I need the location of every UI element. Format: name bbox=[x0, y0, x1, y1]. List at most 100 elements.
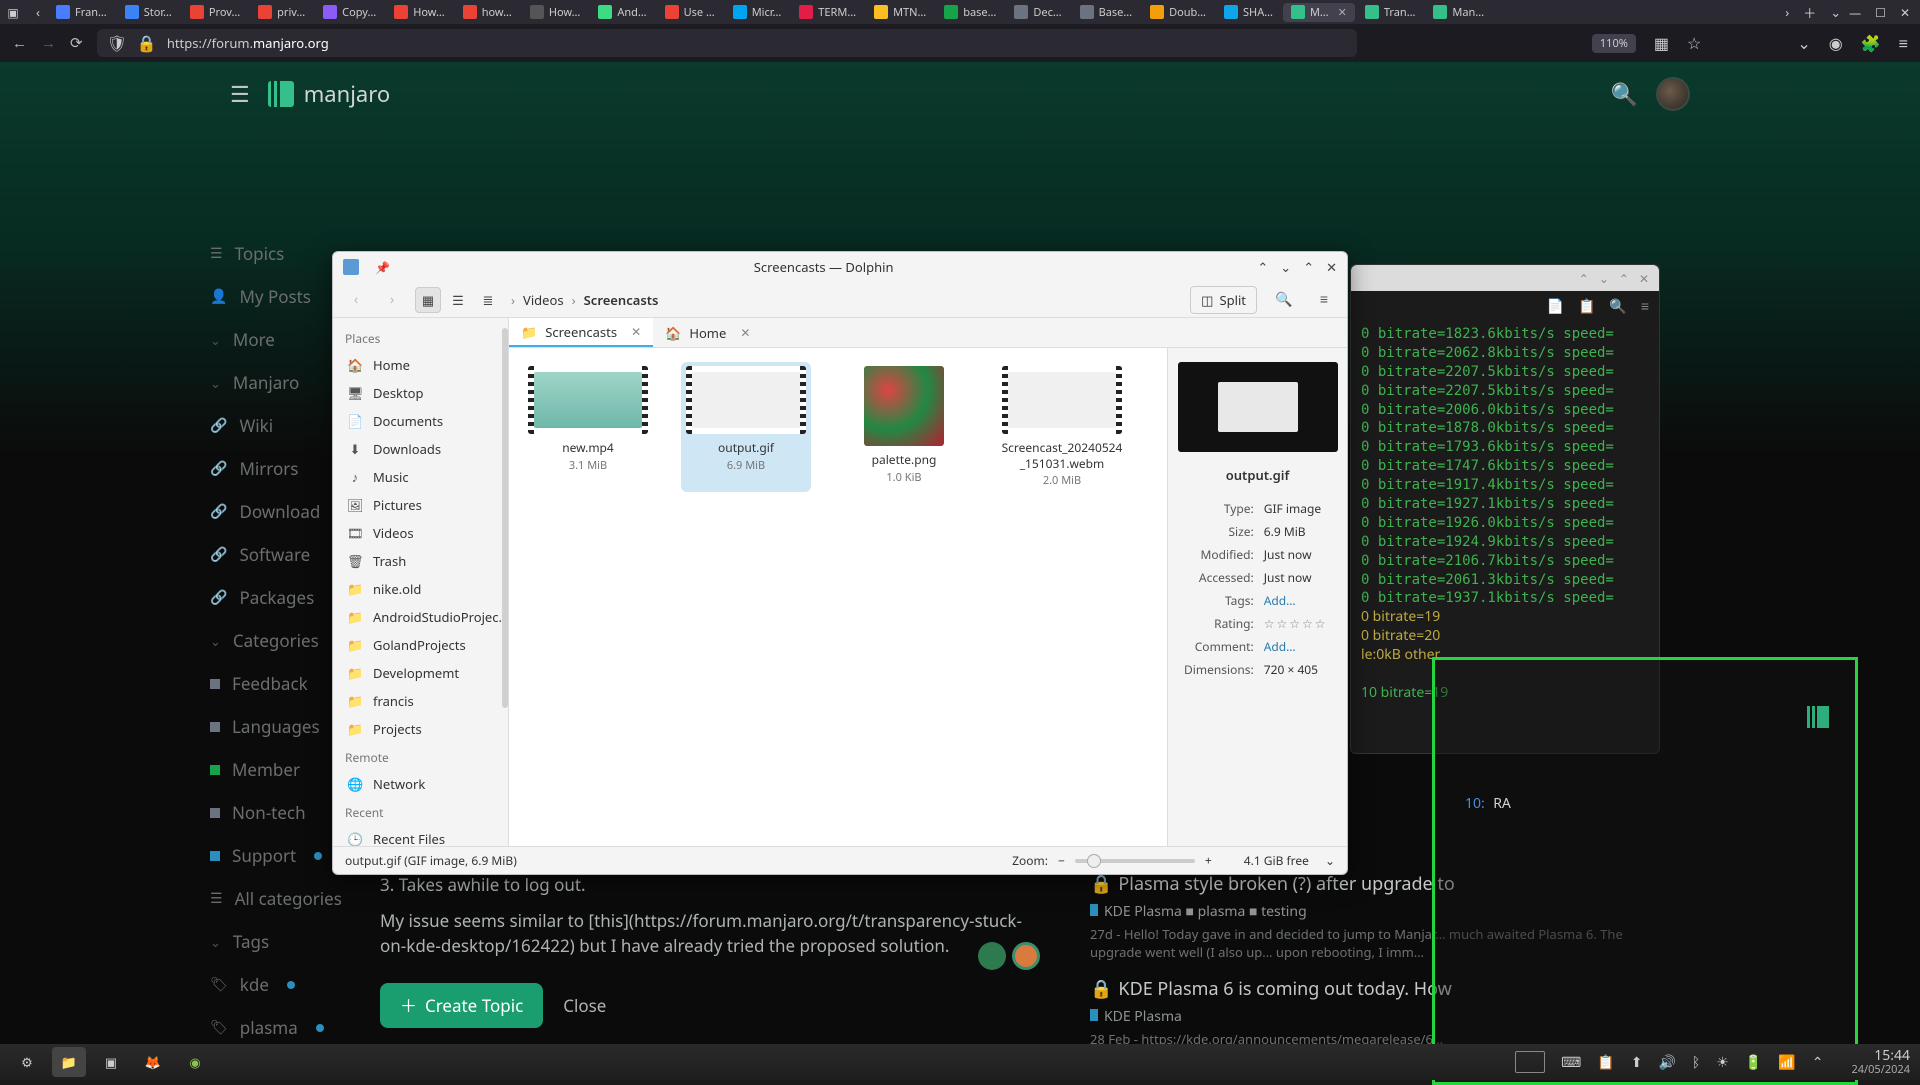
view-icons-button[interactable]: ▦ bbox=[415, 287, 441, 313]
menu-icon[interactable]: ≡ bbox=[1311, 287, 1337, 313]
network-tray-icon[interactable]: 📶 bbox=[1778, 1053, 1795, 1072]
window-shade-icon[interactable]: ⌃ bbox=[1579, 270, 1589, 287]
file-item[interactable]: palette.png1.0 KiB bbox=[839, 362, 969, 492]
window-maximize-icon[interactable]: ☐ bbox=[1875, 4, 1886, 21]
file-item[interactable]: Screencast_20240524_151031.webm2.0 MiB bbox=[997, 362, 1127, 492]
bookmark-icon[interactable]: ☆ bbox=[1687, 32, 1701, 54]
info-comment-link[interactable]: Add… bbox=[1260, 636, 1335, 657]
sidebar-tag-kde[interactable]: 🏷kde bbox=[206, 963, 386, 1006]
breadcrumb-current[interactable]: Screencasts bbox=[584, 291, 659, 309]
updates-tray-icon[interactable]: ⬆ bbox=[1631, 1053, 1643, 1072]
browser-tab[interactable]: How… bbox=[522, 3, 589, 22]
sidebar-item-allcategories[interactable]: ☰All categories bbox=[206, 877, 386, 920]
browser-tab[interactable]: How… bbox=[386, 3, 453, 22]
browser-tab[interactable]: Copy… bbox=[315, 3, 384, 22]
view-compact-button[interactable]: ☰ bbox=[445, 287, 471, 313]
window-maximize-icon[interactable]: ⌃ bbox=[1303, 258, 1314, 276]
taskbar-app-firefox[interactable]: 🦊 bbox=[136, 1047, 170, 1077]
site-brand[interactable]: manjaro bbox=[268, 79, 390, 109]
browser-tab[interactable]: Prov… bbox=[182, 3, 248, 22]
dolphin-titlebar[interactable]: 📌 Screencasts — Dolphin ⌃ ⌄ ⌃ ✕ bbox=[333, 252, 1347, 282]
places-item[interactable]: 🖥Desktop bbox=[333, 379, 508, 407]
browser-tab[interactable]: Micr… bbox=[725, 3, 790, 22]
window-close-icon[interactable]: ✕ bbox=[1326, 258, 1337, 276]
zoom-out-icon[interactable]: − bbox=[1058, 852, 1065, 869]
window-shade-icon[interactable]: ⌃ bbox=[1257, 258, 1268, 276]
close-button[interactable]: Close bbox=[563, 993, 606, 1019]
app-menu-icon[interactable]: ≡ bbox=[1899, 32, 1908, 54]
bluetooth-tray-icon[interactable]: ᛒ bbox=[1692, 1053, 1700, 1072]
tray-expand-icon[interactable]: ⌃ bbox=[1812, 1053, 1824, 1072]
battery-tray-icon[interactable]: 🔋 bbox=[1745, 1053, 1762, 1072]
taskbar-app-konsole[interactable]: ▣ bbox=[94, 1047, 128, 1077]
sidebar-toggle-icon[interactable]: ▣ bbox=[4, 3, 22, 21]
shield-icon[interactable]: 🛡 bbox=[107, 32, 127, 54]
browser-tab[interactable]: Use … bbox=[657, 3, 723, 22]
dolphin-window[interactable]: 📌 Screencasts — Dolphin ⌃ ⌄ ⌃ ✕ ‹ › ▦ ☰ … bbox=[332, 251, 1348, 875]
info-tags-link[interactable]: Add… bbox=[1260, 590, 1335, 611]
new-tab-icon[interactable]: 📄 bbox=[1547, 297, 1564, 316]
brightness-tray-icon[interactable]: ☀ bbox=[1716, 1053, 1729, 1072]
browser-tab[interactable]: Base… bbox=[1072, 3, 1141, 22]
search-icon[interactable]: 🔍 bbox=[1611, 79, 1638, 109]
search-icon[interactable]: 🔍 bbox=[1609, 297, 1626, 316]
nav-back-icon[interactable]: ← bbox=[12, 33, 27, 53]
dolphin-tab[interactable]: 📁Screencasts✕ bbox=[509, 318, 653, 347]
places-item[interactable]: 🖼Pictures bbox=[333, 491, 508, 519]
taskbar[interactable]: ⚙ 📁 ▣ 🦊 ◉ ⌨ 📋 ⬆ 🔊 ᛒ ☀ 🔋 📶 ⌃ 15:44 24/05/… bbox=[0, 1044, 1920, 1080]
menu-icon[interactable]: ≡ bbox=[1641, 297, 1649, 316]
breadcrumb-videos[interactable]: Videos bbox=[523, 291, 564, 309]
zoom-in-icon[interactable]: + bbox=[1205, 852, 1212, 869]
browser-tab[interactable]: Tran… bbox=[1357, 3, 1424, 22]
hamburger-icon[interactable]: ☰ bbox=[230, 79, 250, 109]
places-item[interactable]: 🌐Network bbox=[333, 770, 508, 798]
pin-icon[interactable]: 📌 bbox=[375, 259, 390, 276]
browser-tab[interactable]: base… bbox=[936, 3, 1004, 22]
browser-tab[interactable]: And… bbox=[590, 3, 654, 22]
clipboard-tray-icon[interactable]: 📋 bbox=[1597, 1053, 1614, 1072]
new-tab-button[interactable]: ＋ bbox=[1797, 3, 1822, 22]
places-item[interactable]: 🕒Recent Files bbox=[333, 825, 508, 846]
places-item[interactable]: 📁GolandProjects bbox=[333, 631, 508, 659]
split-button[interactable]: ◫Split bbox=[1190, 286, 1257, 314]
chevron-down-icon[interactable]: ⌄ bbox=[1325, 852, 1335, 869]
file-grid[interactable]: new.mp43.1 MiBoutput.gif6.9 MiBpalette.p… bbox=[509, 348, 1167, 846]
taskbar-app-other[interactable]: ◉ bbox=[178, 1047, 212, 1077]
pager-icon[interactable] bbox=[1515, 1051, 1545, 1073]
window-minimize-icon[interactable]: ⌄ bbox=[1599, 270, 1609, 287]
dolphin-tab[interactable]: 🏠Home✕ bbox=[653, 318, 762, 347]
emoji-icon[interactable] bbox=[978, 942, 1006, 970]
file-item[interactable]: output.gif6.9 MiB bbox=[681, 362, 811, 492]
places-item[interactable]: 📁Projects bbox=[333, 715, 508, 743]
places-item[interactable]: 📁francis bbox=[333, 687, 508, 715]
window-minimize-icon[interactable]: ⌄ bbox=[1280, 258, 1291, 276]
search-icon[interactable]: 🔍 bbox=[1271, 287, 1297, 313]
avatar[interactable] bbox=[1656, 77, 1690, 111]
address-bar[interactable]: 🛡 🔒 https://forum.manjaro.org bbox=[97, 29, 1357, 57]
places-item[interactable]: 🎞Videos bbox=[333, 519, 508, 547]
browser-tab[interactable]: how… bbox=[455, 3, 520, 22]
places-item[interactable]: 🏠Home bbox=[333, 351, 508, 379]
emoji-icon[interactable] bbox=[1012, 942, 1040, 970]
browser-tab[interactable]: Man… bbox=[1425, 3, 1492, 22]
browser-tab[interactable]: MTN… bbox=[866, 3, 934, 22]
window-minimize-icon[interactable]: — bbox=[1849, 4, 1861, 21]
browser-tab[interactable]: Fran… bbox=[48, 3, 115, 22]
places-item[interactable]: ♪Music bbox=[333, 463, 508, 491]
extensions-icon[interactable]: 🧩 bbox=[1861, 32, 1881, 54]
tab-nav-back[interactable]: ‹ bbox=[30, 3, 46, 21]
browser-tab[interactable]: M…✕ bbox=[1283, 3, 1355, 22]
sidebar-tag-plasma[interactable]: 🏷plasma bbox=[206, 1006, 386, 1049]
places-item[interactable]: ⬇Downloads bbox=[333, 435, 508, 463]
zoom-badge[interactable]: 110% bbox=[1592, 34, 1636, 53]
places-item[interactable]: 📁nike.old bbox=[333, 575, 508, 603]
window-close-icon[interactable]: ✕ bbox=[1900, 4, 1910, 21]
browser-tab[interactable]: Doub… bbox=[1142, 3, 1214, 22]
close-icon[interactable]: ✕ bbox=[631, 323, 641, 340]
nav-reload-icon[interactable]: ⟳ bbox=[70, 33, 83, 53]
breadcrumb[interactable]: › Videos › Screencasts bbox=[511, 291, 658, 309]
tab-list-button[interactable]: ⌄ bbox=[1824, 3, 1847, 21]
places-item[interactable]: 📁AndroidStudioProjec… bbox=[333, 603, 508, 631]
browser-tab[interactable]: TERM… bbox=[791, 3, 864, 22]
taskbar-app-dolphin[interactable]: 📁 bbox=[52, 1047, 86, 1077]
